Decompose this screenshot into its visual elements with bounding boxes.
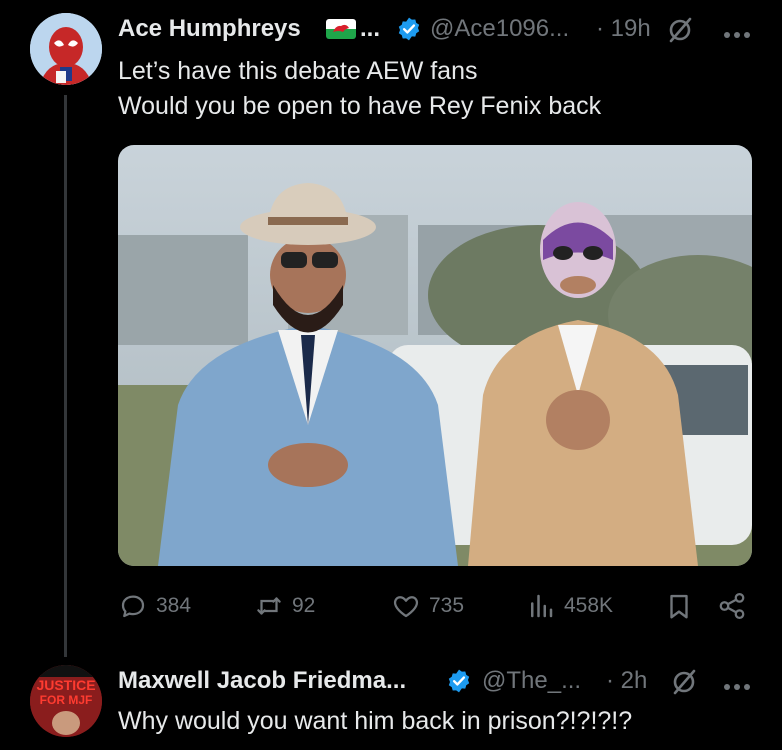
grok-icon[interactable]	[670, 668, 698, 696]
reply-text: Why would you want him back in prison?!?…	[118, 707, 633, 735]
reply-action[interactable]: 384	[118, 591, 191, 621]
repost-count: 92	[292, 594, 316, 617]
reply-author-handle[interactable]: @The_...	[482, 665, 581, 697]
wales-flag-icon	[326, 19, 356, 39]
thread-line	[64, 95, 67, 657]
share-icon[interactable]	[716, 591, 748, 621]
reply-count: 384	[156, 594, 192, 617]
avatar-justice-text: JUSTICE	[36, 677, 96, 693]
like-action[interactable]: 735	[391, 591, 464, 621]
views-icon	[531, 594, 553, 618]
tweet-media-image[interactable]	[118, 145, 752, 566]
reply-author-avatar[interactable]: JUSTICE FOR MJF	[30, 665, 102, 737]
author-avatar[interactable]	[30, 13, 102, 85]
tweet-text-line-1: Let’s have this debate AEW fans	[118, 57, 478, 85]
photo-two-men	[118, 145, 752, 566]
author-handle[interactable]: @Ace1096...	[430, 13, 569, 45]
reply-icon	[121, 595, 145, 618]
like-icon	[393, 596, 419, 618]
views-count: 458K	[564, 594, 614, 617]
like-count: 735	[429, 594, 465, 617]
bookmark-icon[interactable]	[664, 591, 694, 621]
more-icon[interactable]	[722, 678, 752, 690]
repost-action[interactable]: 92	[254, 591, 315, 621]
more-icon[interactable]	[722, 26, 752, 38]
views-action[interactable]: 458K	[526, 591, 613, 621]
avatar-for-mjf-text: FOR MJF	[39, 693, 93, 707]
verified-badge-icon	[446, 668, 472, 694]
reply-author-name[interactable]: Maxwell Jacob Friedma...	[118, 665, 406, 697]
repost-icon	[257, 597, 281, 615]
spiderman-avatar-image	[30, 13, 102, 85]
tweet-text-line-2: Would you be open to have Rey Fenix back	[118, 92, 602, 120]
reply-time[interactable]: · 2h	[606, 665, 647, 697]
tweet-time[interactable]: · 19h	[596, 13, 651, 45]
grok-icon[interactable]	[666, 16, 694, 44]
name-ellipsis: ...	[360, 15, 381, 42]
author-name[interactable]: Ace Humphreys	[118, 13, 301, 45]
verified-badge-icon	[396, 16, 422, 42]
